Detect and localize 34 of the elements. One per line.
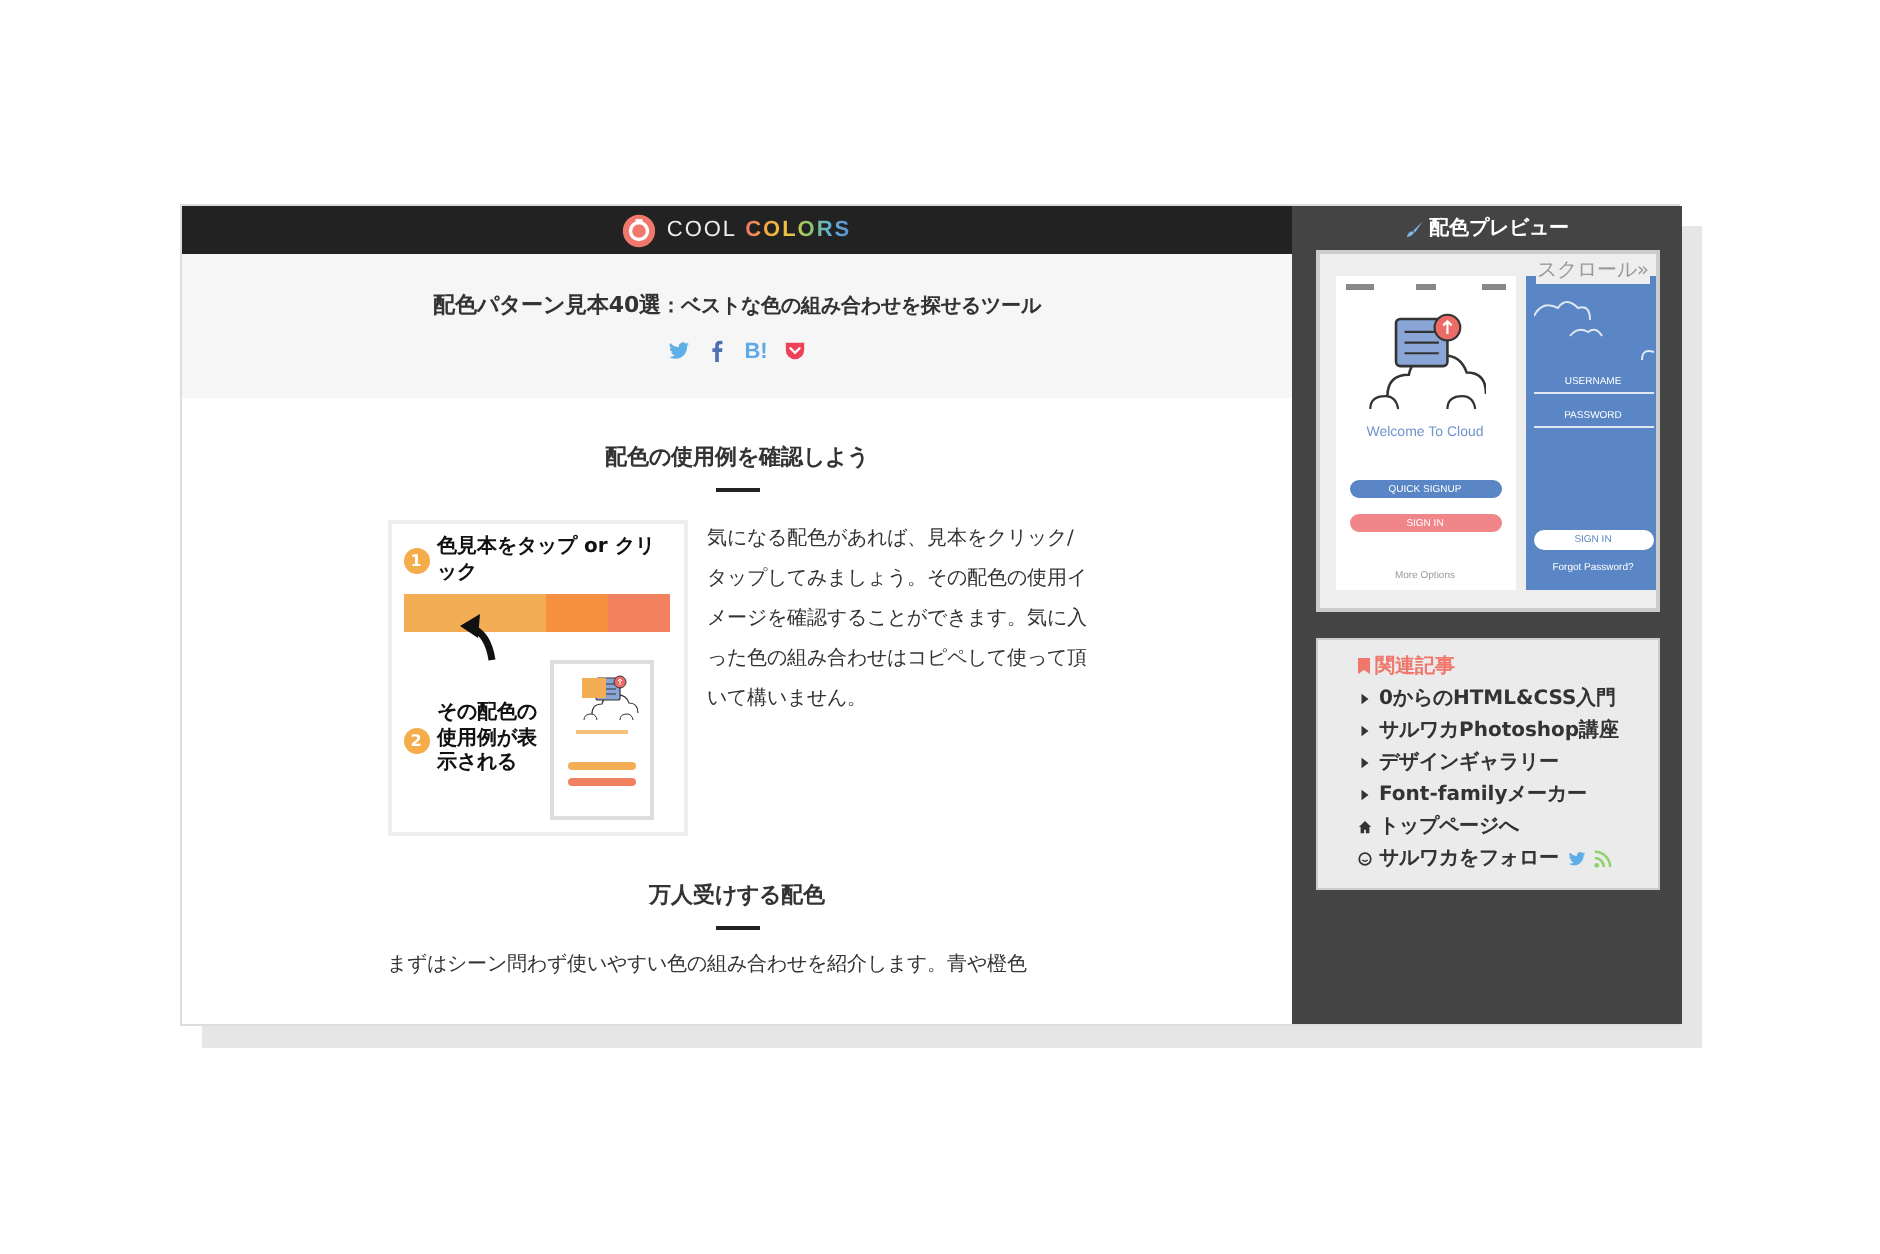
triangle-icon — [1357, 755, 1371, 769]
home-icon — [1357, 819, 1371, 833]
related-link[interactable]: トップページへ — [1379, 812, 1519, 840]
related-link[interactable]: サルワカをフォロー — [1379, 844, 1559, 872]
sidebar-title: 配色プレビュー — [1429, 214, 1569, 242]
twitter-icon[interactable] — [1567, 849, 1585, 867]
related-link[interactable]: サルワカPhotoshop講座 — [1379, 716, 1620, 744]
status-bar-icon — [1345, 284, 1505, 290]
related-link[interactable]: 0からのHTML&CSS入門 — [1379, 684, 1617, 712]
scroll-hint: スクロール» — [1536, 256, 1649, 284]
smile-icon — [1357, 851, 1371, 865]
pocket-icon[interactable] — [783, 340, 806, 362]
brush-icon — [1405, 219, 1423, 237]
logo-icon — [622, 213, 657, 247]
paragraph: まずはシーン問わず使いやすい色の組み合わせを紹介します。青や橙色 — [387, 951, 1029, 980]
related-link[interactable]: デザインギャラリー — [1379, 748, 1559, 776]
related-title: 関連記事 — [1375, 653, 1455, 680]
paragraph: 気になる配色があれば、見本をクリック/タップしてみましょう。その配色の使用イメージを確認することができます。気に入った色の組み合わせはコピペして使って頂いて構いません。 — [707, 525, 1087, 714]
step-label: その配色の使用例が表示される — [437, 702, 539, 778]
triangle-icon — [1357, 787, 1371, 801]
section-heading: 配色の使用例を確認しよう — [605, 442, 869, 472]
facebook-icon[interactable] — [706, 340, 729, 362]
related-link[interactable]: Font-familyメーカー — [1379, 780, 1588, 808]
bookmark-icon — [1357, 658, 1369, 674]
page-title: 配色パターン見本40選：ベストな色の組み合わせを探せるツール — [432, 289, 1042, 319]
rss-icon[interactable] — [1593, 849, 1611, 867]
section-heading: 万人受けする配色 — [649, 880, 825, 910]
triangle-icon — [1357, 723, 1371, 737]
curved-arrow-icon — [455, 610, 499, 662]
twitter-icon[interactable] — [668, 340, 691, 362]
triangle-icon — [1357, 691, 1371, 705]
step-label: 色見本をタップ or クリック — [437, 536, 657, 586]
step-number: 2 — [403, 727, 429, 753]
step-number: 1 — [403, 548, 429, 574]
